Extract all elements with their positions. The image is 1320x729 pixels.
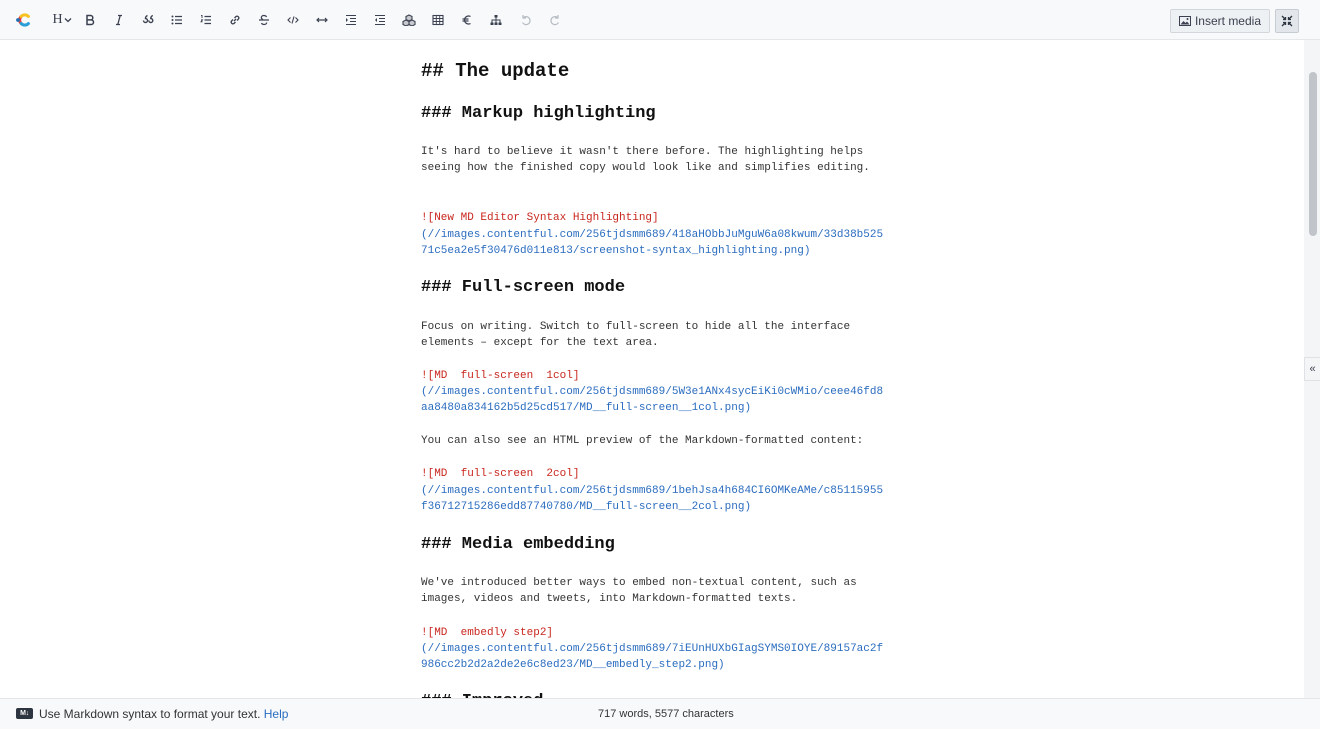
contentful-logo-icon <box>16 13 30 27</box>
image-url-text: (//images.contentful.com/256tjdsmm689/5W… <box>421 386 884 398</box>
heading-3-line: ### Markup highlighting <box>421 104 656 123</box>
special-characters-button[interactable] <box>458 8 476 32</box>
bold-button[interactable] <box>81 8 99 32</box>
sidebar-toggle-button[interactable]: « <box>1304 357 1320 381</box>
paragraph-line: images, videos and tweets, into Markdown… <box>421 593 798 605</box>
heading-label: H <box>52 12 63 27</box>
redo-button[interactable] <box>546 8 564 32</box>
indent-icon <box>346 14 356 26</box>
indent-button[interactable] <box>342 8 360 32</box>
organize-links-button[interactable] <box>487 8 505 32</box>
heading-2-line: ## The update <box>421 60 570 82</box>
quote-icon <box>142 14 154 24</box>
markdown-icon: M↓ <box>16 708 33 719</box>
link-icon <box>230 15 240 25</box>
code-icon <box>287 16 299 24</box>
insert-media-button[interactable]: Insert media <box>1169 9 1270 33</box>
numbered-list-button[interactable] <box>197 8 215 32</box>
strikethrough-icon <box>259 14 269 26</box>
hint-text: Use Markdown syntax to format your text. <box>39 707 261 721</box>
redo-icon <box>550 15 560 26</box>
editor-toolbar: H Insert media <box>0 0 1320 40</box>
image-alt-text: ![MD full-screen 1col] <box>421 370 580 382</box>
strikethrough-button[interactable] <box>255 8 273 32</box>
horizontal-rule-icon <box>316 17 328 23</box>
image-url-text: (//images.contentful.com/256tjdsmm689/7i… <box>421 643 884 655</box>
chevron-down-icon <box>64 18 72 23</box>
image-url-text: aa8480a834162b5d25cd517/MD__full-screen_… <box>421 402 752 414</box>
embed-button[interactable] <box>400 8 418 32</box>
double-chevron-left-icon: « <box>1309 363 1316 375</box>
image-url-text: 71c5ea2e5f30476d011e813/screenshot-synta… <box>421 245 811 257</box>
code-button[interactable] <box>284 8 302 32</box>
table-icon <box>432 14 444 26</box>
fullscreen-toggle-button[interactable] <box>1275 9 1299 33</box>
insert-media-label: Insert media <box>1194 14 1261 28</box>
outdent-icon <box>375 14 385 26</box>
help-link[interactable]: Help <box>264 707 289 721</box>
undo-button[interactable] <box>517 8 535 32</box>
image-alt-text: ![New MD Editor Syntax Highlighting] <box>421 212 659 224</box>
bold-icon <box>86 14 95 26</box>
image-url-text: (//images.contentful.com/256tjdsmm689/1b… <box>421 485 884 497</box>
cubes-icon <box>402 14 416 26</box>
bullet-list-button[interactable] <box>168 8 186 32</box>
paragraph-line: It's hard to believe it wasn't there bef… <box>421 146 864 158</box>
paragraph-line: You can also see an HTML preview of the … <box>421 435 864 447</box>
paragraph-line: We've introduced better ways to embed no… <box>421 577 857 589</box>
scrollbar-thumb[interactable] <box>1309 72 1317 236</box>
image-alt-text: ![MD embedly step2] <box>421 627 554 639</box>
outdent-button[interactable] <box>371 8 389 32</box>
numbered-list-icon <box>200 15 211 25</box>
image-alt-text: ![MD full-screen 2col] <box>421 468 580 480</box>
horizontal-rule-button[interactable] <box>313 8 331 32</box>
collapse-icon <box>1281 15 1293 27</box>
heading-3-line: ### Full-screen mode <box>421 278 626 297</box>
markdown-editor[interactable]: ## The update ### Markup highlighting It's… <box>0 40 1320 698</box>
sitemap-icon <box>490 15 502 25</box>
status-bar: M↓ Use Markdown syntax to format your te… <box>0 698 1320 729</box>
word-count: 717 words, 5577 characters <box>598 708 734 720</box>
heading-3-line: ### Media embedding <box>421 535 615 554</box>
quote-button[interactable] <box>139 8 157 32</box>
image-url-text: f36712715286edd87740780/MD__full-screen_… <box>421 501 752 513</box>
bullet-list-icon <box>171 15 182 25</box>
image-url-text: 986cc2b2d2a2de2e6c8ed23/MD__embedly_step… <box>421 659 725 671</box>
paragraph-line: seeing how the finished copy would look … <box>421 162 870 174</box>
image-icon <box>1178 16 1191 26</box>
table-button[interactable] <box>429 8 447 32</box>
undo-icon <box>521 15 531 26</box>
euro-icon <box>462 15 471 25</box>
heading-dropdown-button[interactable]: H <box>50 8 74 32</box>
italic-button[interactable] <box>110 8 128 32</box>
italic-icon <box>116 14 122 26</box>
image-url-text: (//images.contentful.com/256tjdsmm689/41… <box>421 229 884 241</box>
paragraph-line: Focus on writing. Switch to full-screen … <box>421 321 851 333</box>
markdown-hint: Use Markdown syntax to format your text.… <box>39 707 288 721</box>
paragraph-line: elements – except for the text area. <box>421 337 659 349</box>
link-button[interactable] <box>226 8 244 32</box>
